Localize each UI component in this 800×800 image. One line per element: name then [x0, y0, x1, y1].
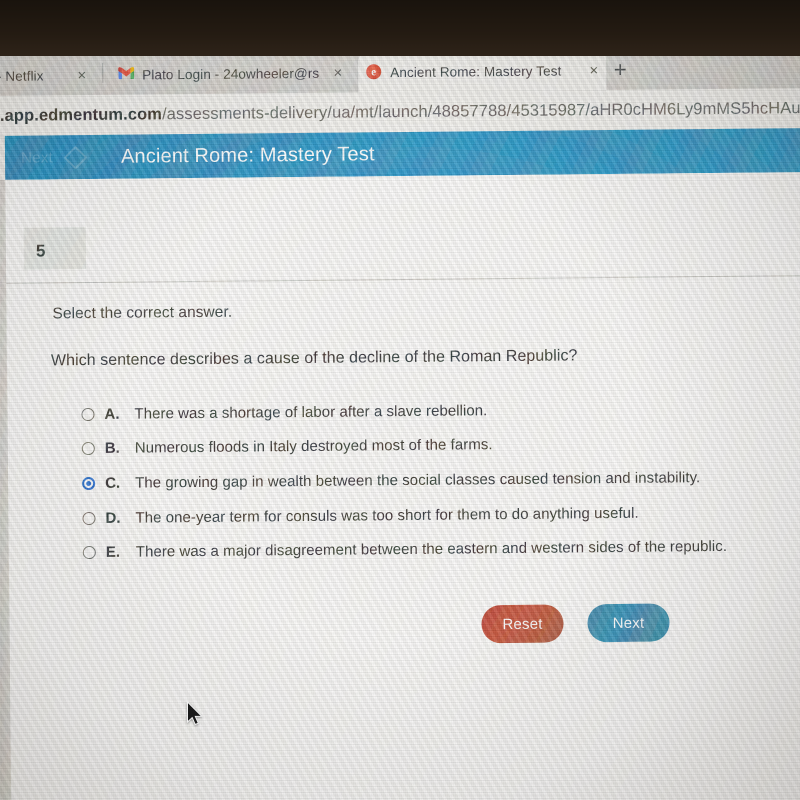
reset-button[interactable]: Reset: [481, 604, 564, 644]
question-prompt: Which sentence describes a cause of the …: [50, 347, 578, 370]
question-divider: [6, 275, 800, 284]
tab-close-icon[interactable]: ×: [327, 64, 342, 81]
monitor-panel: k - Netflix × Plato: [0, 44, 800, 800]
question-instruction: Select the correct answer.: [52, 303, 233, 323]
browser-tab-ancient-rome-mastery-test[interactable]: e Ancient Rome: Mastery Test ×: [358, 50, 607, 93]
question-sheet: 5 Select the correct answer. Which sente…: [5, 172, 800, 800]
radio-button-d[interactable]: [82, 511, 96, 525]
new-tab-button[interactable]: +: [606, 56, 634, 84]
browser-chrome: k - Netflix × Plato: [0, 44, 800, 136]
option-letter: B.: [104, 440, 120, 458]
tab-title: k - Netflix: [0, 67, 44, 84]
address-bar-url: 1.app.edmentum.com/assessments-delivery/…: [0, 99, 800, 126]
option-text: Numerous floods in Italy destroyed most …: [134, 436, 493, 457]
gmail-icon: [118, 67, 135, 83]
tab-close-icon[interactable]: ×: [583, 62, 598, 79]
option-letter: C.: [105, 474, 121, 492]
tab-title: Plato Login - 24owheeler@rsu2: [142, 65, 320, 83]
option-text: The growing gap in wealth between the so…: [135, 469, 701, 492]
edmentum-icon: e: [366, 64, 382, 80]
action-buttons: Reset Next: [481, 603, 670, 644]
next-button[interactable]: Next: [587, 603, 670, 643]
option-text: The one-year term for consuls was too sh…: [135, 504, 639, 527]
question-number-highlight: [23, 227, 87, 270]
option-letter: A.: [104, 405, 120, 423]
browser-tab-plato-login[interactable]: Plato Login - 24owheeler@rsu2 ×: [110, 53, 350, 95]
radio-button-a[interactable]: [81, 407, 95, 421]
app-header-bar: Next Ancient Rome: Mastery Test: [4, 128, 800, 180]
tab-separator: [102, 62, 104, 83]
question-number: 5: [35, 241, 46, 261]
browser-tabstrip: k - Netflix × Plato: [0, 44, 800, 96]
option-letter: E.: [105, 543, 121, 562]
tab-title: Ancient Rome: Mastery Test: [390, 62, 562, 80]
option-text: There was a major disagreement between t…: [135, 538, 728, 561]
screenshot-root: k - Netflix × Plato: [0, 0, 800, 800]
answer-option-e[interactable]: E. There was a major disagreement betwee…: [82, 529, 783, 570]
url-host: 1.app.edmentum.com: [0, 104, 163, 125]
option-text: There was a shortage of labor after a sl…: [134, 402, 488, 423]
url-path: /assessments-delivery/ua/mt/launch/48857…: [161, 98, 800, 123]
radio-button-b[interactable]: [81, 442, 95, 456]
flag-diamond-icon[interactable]: [63, 145, 88, 170]
tab-close-icon[interactable]: ×: [71, 67, 86, 84]
bezel-reflection: [552, 16, 564, 36]
radio-button-c[interactable]: [82, 476, 96, 491]
header-next-label[interactable]: Next: [21, 149, 53, 166]
browser-tab-netflix[interactable]: k - Netflix ×: [0, 55, 94, 96]
app-header-left-controls: Next: [21, 145, 88, 170]
answer-options-list: A. There was a shortage of labor after a…: [81, 390, 783, 570]
option-letter: D.: [105, 509, 121, 527]
page-title: Ancient Rome: Mastery Test: [120, 142, 375, 168]
radio-button-e[interactable]: [82, 546, 96, 560]
